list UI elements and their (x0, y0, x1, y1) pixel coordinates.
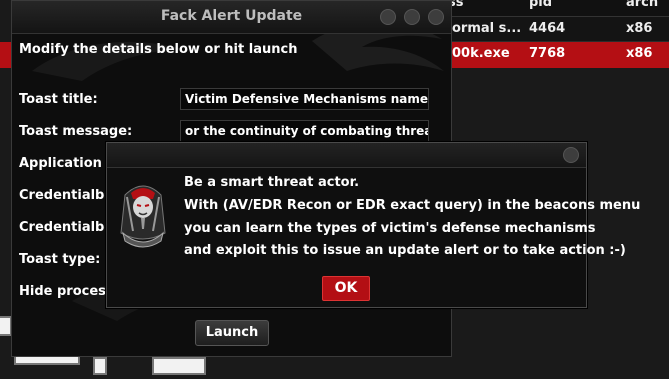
message-popup: Be a smart threat actor. With (AV/EDR Re… (106, 142, 640, 308)
popup-message-line: Be a smart threat actor. (184, 175, 360, 190)
launch-button[interactable]: Launch (195, 320, 269, 346)
ok-button[interactable]: OK (322, 276, 370, 301)
background-widget (93, 357, 107, 375)
popup-message-line: and exploit this to issue an update aler… (184, 243, 626, 258)
cell-pid: 7768 (529, 46, 566, 61)
column-header-pid[interactable]: pid (529, 0, 552, 10)
cell-pid: 4464 (529, 21, 566, 36)
cell-arch: x86 (626, 21, 653, 36)
background-widget (152, 357, 206, 375)
cell-arch: x86 (626, 46, 653, 61)
cell-process: ormal s... (452, 21, 522, 36)
minimize-icon[interactable] (380, 9, 396, 25)
beacon-table: ss pid arch ormal s... 4464 x86 00k.exe … (440, 0, 669, 80)
beacon-table-header: ss pid arch (440, 0, 669, 17)
table-row-selected[interactable]: 00k.exe 7768 x86 (440, 42, 669, 68)
pharaoh-icon (120, 185, 166, 248)
popup-titlebar[interactable] (107, 143, 586, 168)
toast-message-label: Toast message: (19, 124, 133, 139)
popup-message-line: With (AV/EDR Recon or EDR exact query) i… (184, 198, 641, 213)
dialog-titlebar[interactable]: Fack Alert Update (12, 1, 451, 34)
column-header-arch[interactable]: arch (626, 0, 658, 10)
close-icon[interactable] (563, 147, 579, 163)
toast-title-input[interactable]: Victim Defensive Mechanisms name (180, 88, 429, 110)
table-row[interactable]: ormal s... 4464 x86 (440, 17, 669, 42)
toast-title-label: Toast title: (19, 92, 98, 107)
dialog-instructions: Modify the details below or hit launch (19, 42, 298, 57)
popup-message-line: you can learn the types of victim's defe… (184, 221, 596, 236)
toast-message-input[interactable]: or the continuity of combating threats (180, 120, 429, 142)
cell-process: 00k.exe (452, 46, 510, 61)
maximize-icon[interactable] (404, 9, 420, 25)
toast-type-label: Toast type: (19, 252, 101, 267)
close-icon[interactable] (428, 9, 444, 25)
